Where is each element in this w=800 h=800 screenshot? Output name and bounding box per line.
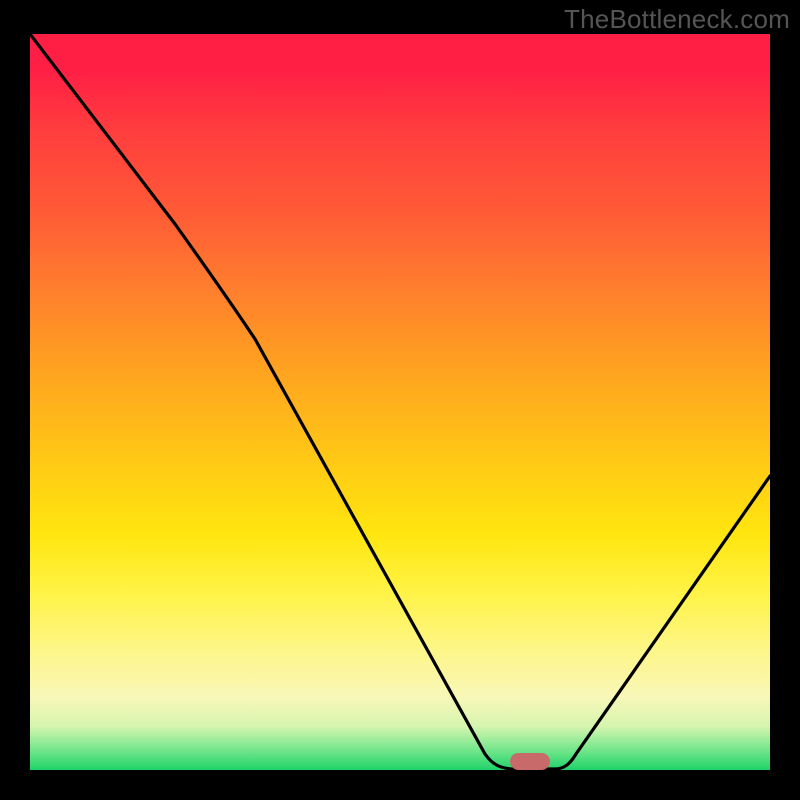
plot-area [30,34,770,770]
bottleneck-curve [30,34,770,770]
watermark-text: TheBottleneck.com [564,4,790,35]
chart-frame: TheBottleneck.com [0,0,800,800]
optimal-marker [510,753,550,770]
curve-path [30,34,770,769]
